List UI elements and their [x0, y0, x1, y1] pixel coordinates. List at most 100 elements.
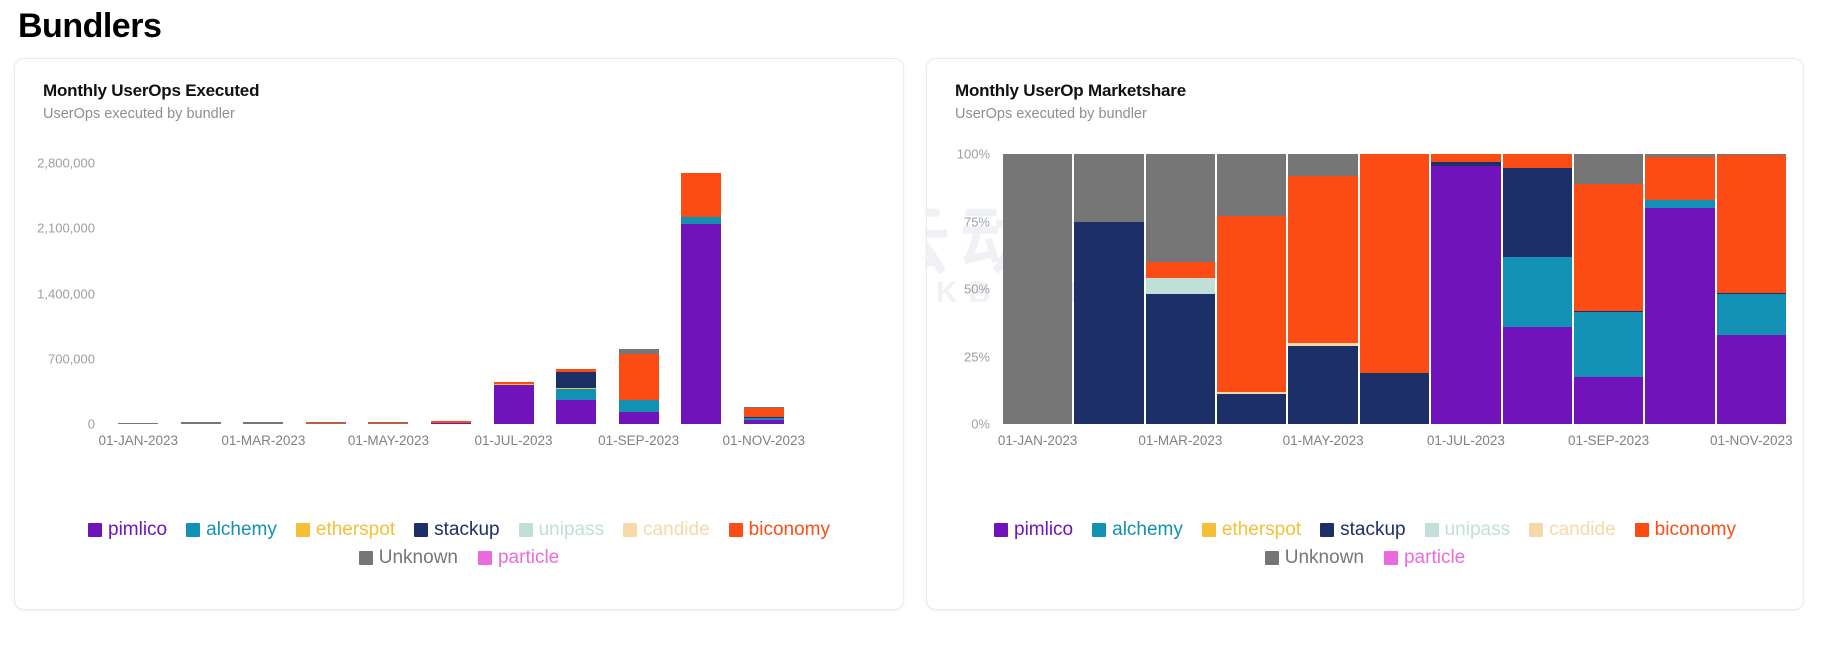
bar-segment-Unknown[interactable]	[1645, 154, 1715, 157]
bar-segment-pimlico[interactable]	[743, 420, 784, 424]
bar-stack[interactable]	[243, 154, 284, 424]
bar-segment-pimlico[interactable]	[1502, 326, 1572, 424]
bar-segment-alchemy[interactable]	[1573, 311, 1644, 377]
bar-segment-biconomy[interactable]	[430, 421, 471, 424]
bar-segment-biconomy[interactable]	[1573, 183, 1644, 311]
bar-segment-Unknown[interactable]	[1074, 154, 1144, 222]
bar-stack[interactable]	[1573, 154, 1644, 424]
bar-stack[interactable]	[1502, 154, 1572, 424]
bar-stack[interactable]	[1359, 154, 1430, 424]
bar-segment-stackup[interactable]	[1359, 372, 1430, 424]
bar-segment-biconomy[interactable]	[618, 354, 659, 400]
legend-item-unipass[interactable]: unipass	[1424, 519, 1510, 541]
bar-segment-candide[interactable]	[1217, 391, 1287, 395]
legend-item-particle[interactable]: particle	[477, 547, 559, 569]
bar-segment-pimlico[interactable]	[1645, 208, 1715, 424]
legend-item-pimlico[interactable]: pimlico	[994, 519, 1073, 541]
bar-segment-pimlico[interactable]	[493, 384, 534, 424]
bar-stack[interactable]	[118, 154, 159, 424]
bar-segment-stackup[interactable]	[1573, 310, 1644, 312]
bar-segment-biconomy[interactable]	[1502, 154, 1572, 168]
bar-segment-stackup[interactable]	[1074, 221, 1144, 424]
bar-segment-candide[interactable]	[1288, 343, 1358, 346]
bar-segment-Unknown[interactable]	[1716, 153, 1786, 156]
legend-item-pimlico[interactable]: pimlico	[88, 519, 167, 541]
bar-segment-pimlico[interactable]	[1573, 376, 1644, 424]
legend-item-etherspot[interactable]: etherspot	[295, 519, 395, 541]
legend-item-candide[interactable]: candide	[623, 519, 710, 541]
bar-segment-stackup[interactable]	[1217, 394, 1287, 424]
bar-segment-alchemy[interactable]	[743, 418, 784, 421]
bar-stack[interactable]	[368, 154, 409, 424]
legend-item-alchemy[interactable]: alchemy	[186, 519, 277, 541]
bar-stack[interactable]	[430, 154, 471, 424]
bar-segment-biconomy[interactable]	[1359, 154, 1430, 373]
bar-segment-alchemy[interactable]	[1645, 199, 1715, 208]
bar-segment-biconomy[interactable]	[1145, 262, 1216, 279]
bar-segment-pimlico[interactable]	[1431, 166, 1501, 424]
bar-stack[interactable]	[618, 154, 659, 424]
bar-segment-biconomy[interactable]	[493, 382, 534, 384]
bar-segment-stackup[interactable]	[1502, 167, 1572, 257]
bar-segment-pimlico[interactable]	[681, 223, 722, 424]
bar-segment-alchemy[interactable]	[618, 400, 659, 412]
bar-segment-biconomy[interactable]	[1645, 156, 1715, 200]
bar-segment-stackup[interactable]	[1431, 162, 1501, 167]
bar-stack[interactable]	[1288, 154, 1358, 424]
legend-item-Unknown[interactable]: Unknown	[1264, 547, 1364, 569]
bar-segment-biconomy[interactable]	[1217, 216, 1287, 392]
bar-segment-biconomy[interactable]	[1716, 155, 1786, 293]
bar-stack[interactable]	[180, 154, 221, 424]
bar-segment-stackup[interactable]	[556, 372, 597, 389]
bar-segment-Unknown[interactable]	[1003, 154, 1073, 424]
bar-segment-stackup[interactable]	[1716, 292, 1786, 295]
bar-stack[interactable]	[556, 154, 597, 424]
bar-stack[interactable]	[1217, 154, 1287, 424]
bar-stack[interactable]	[1145, 154, 1216, 424]
bar-segment-Unknown[interactable]	[1288, 154, 1358, 176]
legend-item-biconomy[interactable]: biconomy	[1634, 519, 1736, 541]
bar-stack[interactable]	[1645, 154, 1715, 424]
bar-stack[interactable]	[1431, 154, 1501, 424]
legend-item-etherspot[interactable]: etherspot	[1201, 519, 1301, 541]
bar-stack[interactable]	[305, 154, 346, 424]
bar-segment-biconomy[interactable]	[743, 408, 784, 418]
legend-item-alchemy[interactable]: alchemy	[1092, 519, 1183, 541]
legend-item-Unknown[interactable]: Unknown	[358, 547, 458, 569]
legend-item-biconomy[interactable]: biconomy	[728, 519, 830, 541]
bar-stack[interactable]	[1716, 153, 1786, 424]
bar-segment-unipass[interactable]	[1145, 278, 1216, 295]
bar-stack[interactable]	[1074, 154, 1144, 424]
bar-segment-pimlico[interactable]	[556, 399, 597, 424]
chart-area-left[interactable]: 0 700,000 1,400,000 2,100,000 2,800,000 01-JA…	[15, 136, 903, 466]
legend-item-candide[interactable]: candide	[1529, 519, 1616, 541]
legend-item-stackup[interactable]: stackup	[1320, 519, 1406, 541]
bar-stack[interactable]	[1003, 154, 1073, 424]
bar-segment-biconomy[interactable]	[681, 173, 722, 217]
bar-segment-Unknown[interactable]	[243, 422, 284, 424]
bar-segment-Unknown[interactable]	[118, 422, 159, 424]
bar-segment-alchemy[interactable]	[681, 217, 722, 224]
bar-segment-pimlico[interactable]	[618, 411, 659, 424]
bar-segment-stackup[interactable]	[1145, 294, 1216, 424]
bar-stack[interactable]	[493, 154, 534, 424]
bar-segment-Unknown[interactable]	[180, 422, 221, 424]
bar-segment-Unknown[interactable]	[1573, 154, 1644, 184]
bar-segment-Unknown[interactable]	[305, 421, 346, 424]
bar-segment-alchemy[interactable]	[1502, 256, 1572, 327]
bar-stack[interactable]	[743, 154, 784, 424]
bar-segment-alchemy[interactable]	[1716, 294, 1786, 335]
bar-segment-Unknown[interactable]	[618, 349, 659, 355]
bar-segment-biconomy[interactable]	[1288, 175, 1358, 343]
bar-segment-biconomy[interactable]	[556, 369, 597, 373]
bar-stack[interactable]	[681, 154, 722, 424]
bar-segment-Unknown[interactable]	[368, 421, 409, 424]
chart-area-right[interactable]: 律云动BLOCKBEATS0%25%50%75%100%01-JAN-20230…	[927, 136, 1803, 466]
legend-item-unipass[interactable]: unipass	[518, 519, 604, 541]
bar-segment-alchemy[interactable]	[556, 388, 597, 400]
bar-segment-pimlico[interactable]	[1716, 334, 1786, 424]
bar-segment-Unknown[interactable]	[1145, 154, 1216, 262]
bar-segment-Unknown[interactable]	[743, 406, 784, 409]
legend-item-stackup[interactable]: stackup	[414, 519, 500, 541]
bar-segment-stackup[interactable]	[1288, 345, 1358, 424]
